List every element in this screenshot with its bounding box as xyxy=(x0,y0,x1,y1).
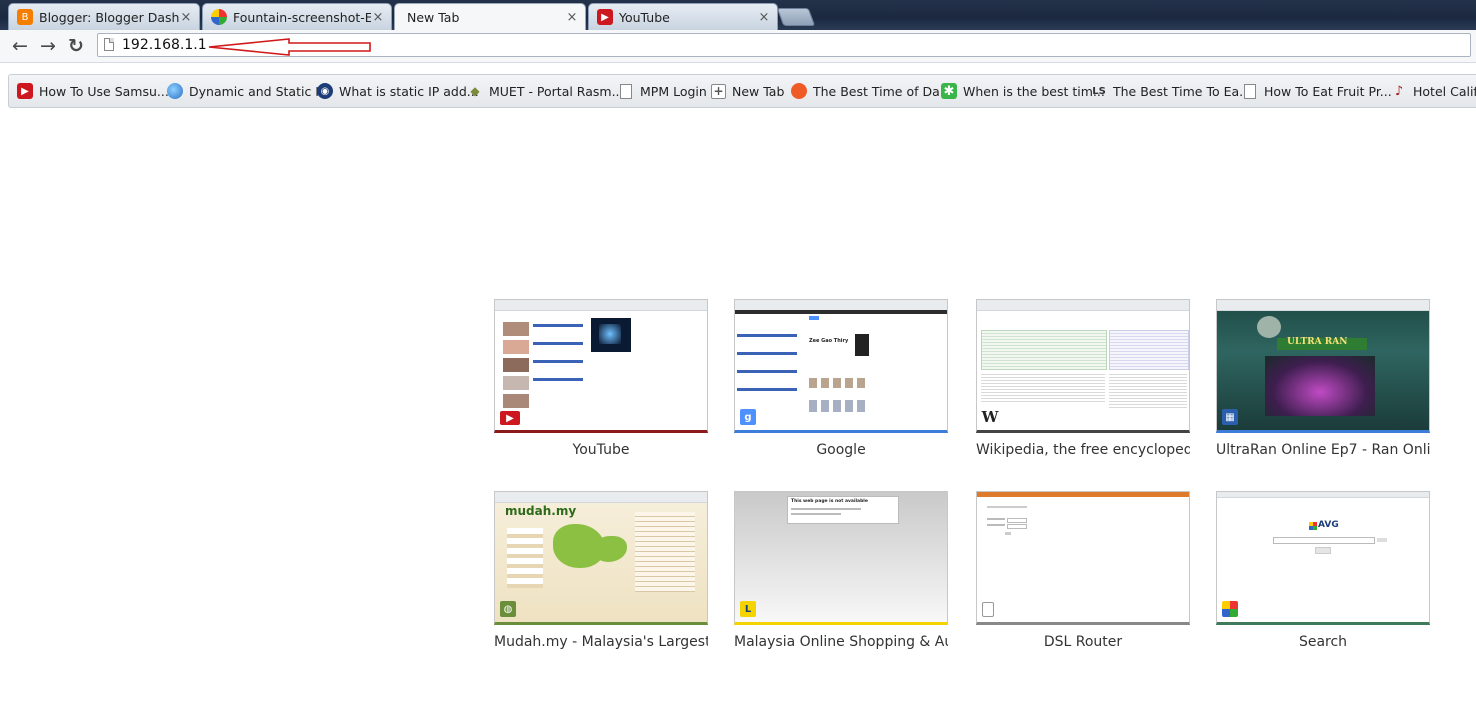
tab-title: YouTube xyxy=(619,9,670,25)
bookmark-label: MUET - Portal Rasm... xyxy=(489,83,624,99)
red-arrow-annotation xyxy=(208,38,371,56)
bookmark-item[interactable]: ▶ How To Use Samsu... xyxy=(17,82,169,100)
bookmark-label: The Best Time of Da... xyxy=(813,83,952,99)
close-tab-icon[interactable]: × xyxy=(371,10,385,25)
tab-blogger[interactable]: B Blogger: Blogger Dashboa × xyxy=(8,3,200,30)
wikipedia-icon: W xyxy=(981,408,999,426)
bookmark-label: Hotel California xyxy=(1413,83,1476,99)
bookmark-item[interactable]: How To Eat Fruit Pr... xyxy=(1241,82,1392,100)
tile-title: Wikipedia, the free encyclopedia xyxy=(976,442,1190,458)
bookmark-label: How To Use Samsu... xyxy=(39,83,169,99)
tab-title: New Tab xyxy=(407,10,460,25)
tab-fountain-screenshot[interactable]: Fountain-screenshot-EN.p × xyxy=(202,3,392,30)
tile-title: DSL Router xyxy=(1043,634,1123,650)
ultraran-banner: ULTRA RAN xyxy=(1287,337,1348,347)
most-visited-tile-mudah[interactable]: mudah.my ◍ Mudah.my - Malaysia's Largest… xyxy=(494,491,708,650)
back-button[interactable]: ← xyxy=(8,34,32,58)
bookmarks-bar: ▶ How To Use Samsu... Dynamic and Static… xyxy=(8,74,1476,108)
bookmark-label: The Best Time To Ea... xyxy=(1113,83,1252,99)
bookmark-item[interactable]: MPM Login xyxy=(617,82,707,100)
bookmark-label: When is the best tim... xyxy=(963,83,1105,99)
diamond-icon: ◆ xyxy=(470,84,480,98)
bookmark-label: What is static IP add... xyxy=(339,83,479,99)
forward-button[interactable]: → xyxy=(36,34,60,58)
thumbnail[interactable]: Zee Gao Thiry g xyxy=(734,299,948,433)
most-visited-tile-search[interactable]: AVG Search xyxy=(1216,491,1430,650)
thumbnail[interactable]: This web page is not available L xyxy=(734,491,948,625)
reload-button[interactable]: ↻ xyxy=(64,34,88,58)
thumbnail[interactable]: mudah.my ◍ xyxy=(494,491,708,625)
bookmark-item[interactable]: + New Tab xyxy=(711,82,784,100)
green-asterisk-icon: ✱ xyxy=(941,83,957,99)
page-icon xyxy=(1244,83,1256,99)
most-visited-tile-dsl-router[interactable]: DSL Router xyxy=(976,491,1190,650)
globe-icon xyxy=(167,83,183,99)
tile-title: Search xyxy=(1298,634,1348,650)
ls-logo-icon: LS xyxy=(1092,85,1106,97)
bookmark-label: How To Eat Fruit Pr... xyxy=(1264,83,1392,99)
youtube-icon: ▶ xyxy=(597,9,613,25)
page-icon xyxy=(982,602,994,617)
close-tab-icon[interactable]: × xyxy=(565,10,579,25)
bookmark-item[interactable]: ◆ MUET - Portal Rasm... xyxy=(467,82,624,100)
bookmark-label: New Tab xyxy=(732,83,785,99)
lelong-icon: L xyxy=(740,601,756,617)
url-text[interactable]: 192.168.1.1 xyxy=(122,37,207,53)
ultraran-icon: ▦ xyxy=(1222,409,1238,425)
most-visited-tile-wikipedia[interactable]: W Wikipedia, the free encyclopedia xyxy=(976,299,1190,458)
error-heading: This web page is not available xyxy=(791,499,868,504)
guitar-icon: ♪ xyxy=(1394,83,1404,99)
bookmark-item[interactable]: The Best Time of Da... xyxy=(791,82,952,100)
bookmark-label: Dynamic and Static I... xyxy=(189,83,331,99)
picasa-icon xyxy=(211,9,227,25)
new-tab-button[interactable] xyxy=(776,8,816,26)
tile-title: YouTube xyxy=(572,442,630,458)
tile-title: Google xyxy=(816,442,866,458)
thumbnail[interactable]: W xyxy=(976,299,1190,433)
bookmark-item[interactable]: ◉ What is static IP add... xyxy=(317,82,479,100)
tab-strip: B Blogger: Blogger Dashboa × Fountain-sc… xyxy=(0,0,1476,30)
bookmark-item[interactable]: ♪ Hotel California xyxy=(1391,82,1476,100)
thumbnail[interactable]: ▶ xyxy=(494,299,708,433)
most-visited-tile-lelong[interactable]: This web page is not available L Malaysi… xyxy=(734,491,948,650)
youtube-icon: ▶ xyxy=(500,411,520,425)
tab-new-tab[interactable]: New Tab × xyxy=(394,3,586,30)
tile-title: Malaysia Online Shopping & Auc... xyxy=(734,634,948,650)
mudah-logo: mudah.my xyxy=(505,504,577,518)
google-icon: g xyxy=(740,409,756,425)
bookmark-item[interactable]: LS The Best Time To Ea... xyxy=(1091,82,1251,100)
close-tab-icon[interactable]: × xyxy=(757,10,771,25)
tab-title: Blogger: Blogger Dashboa xyxy=(39,9,179,25)
plus-icon: + xyxy=(711,83,726,99)
page-icon xyxy=(104,38,114,51)
bookmark-item[interactable]: Dynamic and Static I... xyxy=(167,82,331,100)
thumbnail[interactable] xyxy=(976,491,1190,625)
tab-title: Fountain-screenshot-EN.p xyxy=(233,9,371,25)
bookmark-label: MPM Login xyxy=(640,83,707,99)
thumbnail[interactable]: AVG xyxy=(1216,491,1430,625)
thumbnail[interactable]: ULTRA RAN ▦ xyxy=(1216,299,1430,433)
google-knowledge-name: Zee Gao Thiry xyxy=(809,338,849,344)
youtube-icon: ▶ xyxy=(17,83,33,99)
tab-youtube[interactable]: ▶ YouTube × xyxy=(588,3,778,30)
bookmark-item[interactable]: ✱ When is the best tim... xyxy=(941,82,1105,100)
orange-circle-icon xyxy=(791,83,807,99)
tile-title: Mudah.my - Malaysia's Largest ... xyxy=(494,634,708,650)
close-tab-icon[interactable]: × xyxy=(179,10,193,25)
page-icon xyxy=(620,83,632,99)
most-visited-tile-ultraran[interactable]: ULTRA RAN ▦ UltraRan Online Ep7 - Ran On… xyxy=(1216,299,1430,458)
most-visited-tile-google[interactable]: Zee Gao Thiry g Google xyxy=(734,299,948,458)
avg-icon xyxy=(1222,601,1238,617)
eye-logo-icon: ◉ xyxy=(317,83,333,99)
most-visited-tile-youtube[interactable]: ▶ YouTube xyxy=(494,299,708,458)
avg-logo: AVG xyxy=(1318,520,1339,530)
blogger-icon: B xyxy=(17,9,33,25)
mudah-icon: ◍ xyxy=(500,601,516,617)
tile-title: UltraRan Online Ep7 - Ran Online xyxy=(1216,442,1430,458)
